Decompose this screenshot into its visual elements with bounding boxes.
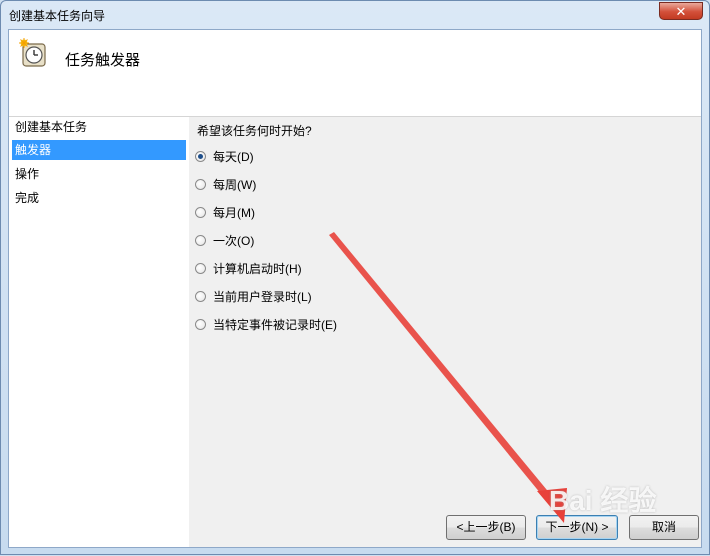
close-button[interactable]: ✕ — [659, 2, 703, 20]
nav-item-action[interactable]: 操作 — [12, 164, 186, 184]
radio-button[interactable] — [195, 291, 206, 302]
nav-item-finish[interactable]: 完成 — [12, 188, 186, 208]
nav-item-create-basic-task[interactable]: 创建基本任务 — [12, 117, 186, 137]
radio-button[interactable] — [195, 319, 206, 330]
radio-button[interactable] — [195, 179, 206, 190]
watermark: Bai 经验 — [549, 485, 657, 516]
wizard-window: 创建基本任务向导 ✕ 任务触发器 创建基本任务 触发器 操作 完成 希望该任务何… — [0, 0, 710, 555]
page-title: 任务触发器 — [65, 52, 141, 69]
radio-label: 每月(M) — [213, 206, 255, 220]
radio-label: 每天(D) — [213, 150, 254, 164]
back-button[interactable]: <上一步(B) — [446, 515, 526, 540]
radio-button[interactable] — [195, 235, 206, 246]
nav-item-trigger[interactable]: 触发器 — [12, 140, 186, 160]
radio-label: 当前用户登录时(L) — [213, 290, 312, 304]
wizard-header: 任务触发器 — [9, 30, 701, 117]
task-clock-icon — [19, 38, 46, 67]
close-icon: ✕ — [675, 4, 687, 19]
radio-label: 每周(W) — [213, 178, 257, 192]
window-title: 创建基本任务向导 — [9, 9, 106, 23]
wizard-client: 任务触发器 创建基本任务 触发器 操作 完成 希望该任务何时开始? 每天(D) … — [8, 29, 702, 548]
radio-button[interactable] — [195, 151, 206, 162]
radio-label: 一次(O) — [213, 234, 255, 248]
wizard-nav: 创建基本任务 触发器 操作 完成 — [9, 117, 189, 547]
radio-label: 计算机启动时(H) — [213, 262, 302, 276]
radio-button[interactable] — [195, 263, 206, 274]
title-bar[interactable]: 创建基本任务向导 ✕ — [1, 1, 709, 29]
trigger-question: 希望该任务何时开始? — [197, 124, 312, 138]
radio-button[interactable] — [195, 207, 206, 218]
radio-label: 当特定事件被记录时(E) — [213, 318, 337, 332]
